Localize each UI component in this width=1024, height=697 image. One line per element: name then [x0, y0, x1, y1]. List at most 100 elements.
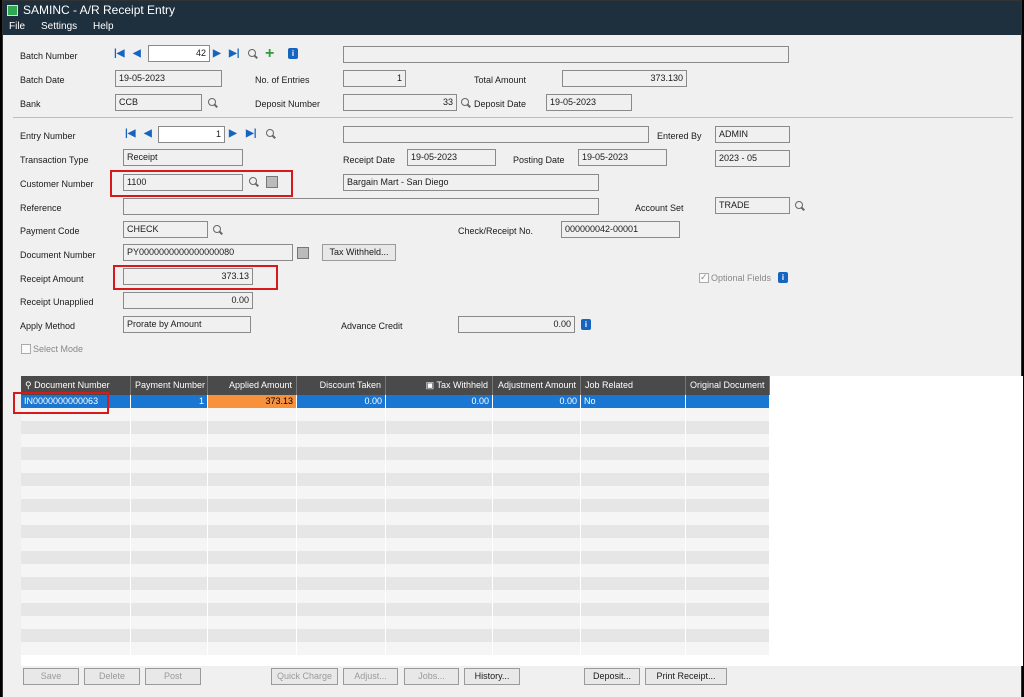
- empty-cell[interactable]: [581, 512, 686, 525]
- empty-cell[interactable]: [686, 486, 770, 499]
- empty-cell[interactable]: [208, 538, 297, 551]
- empty-table-row[interactable]: [21, 564, 770, 577]
- empty-cell[interactable]: [131, 577, 208, 590]
- empty-cell[interactable]: [686, 408, 770, 421]
- empty-cell[interactable]: [386, 486, 493, 499]
- empty-cell[interactable]: [493, 616, 581, 629]
- empty-cell[interactable]: [21, 447, 131, 460]
- empty-cell[interactable]: [686, 577, 770, 590]
- empty-cell[interactable]: [21, 434, 131, 447]
- empty-cell[interactable]: [686, 460, 770, 473]
- empty-cell[interactable]: [131, 551, 208, 564]
- empty-cell[interactable]: [297, 486, 386, 499]
- empty-cell[interactable]: [386, 460, 493, 473]
- empty-cell[interactable]: [297, 473, 386, 486]
- empty-cell[interactable]: [297, 538, 386, 551]
- column-adjustment-amount[interactable]: Adjustment Amount: [493, 376, 581, 395]
- batch-number-input[interactable]: 42: [148, 45, 210, 62]
- empty-table-row[interactable]: [21, 538, 770, 551]
- empty-cell[interactable]: [493, 486, 581, 499]
- next-entry-icon[interactable]: ▶: [229, 128, 237, 139]
- bank-finder-icon[interactable]: [207, 97, 219, 109]
- empty-cell[interactable]: [686, 538, 770, 551]
- empty-cell[interactable]: [297, 590, 386, 603]
- empty-cell[interactable]: [581, 564, 686, 577]
- empty-cell[interactable]: [386, 434, 493, 447]
- empty-cell[interactable]: [208, 642, 297, 655]
- empty-cell[interactable]: [131, 629, 208, 642]
- menu-settings[interactable]: Settings: [41, 21, 77, 32]
- empty-cell[interactable]: [493, 590, 581, 603]
- empty-cell[interactable]: [386, 590, 493, 603]
- empty-table-row[interactable]: [21, 590, 770, 603]
- empty-cell[interactable]: [297, 447, 386, 460]
- table-row[interactable]: IN0000000000063 1 373.13 0.00 0.00 0.00 …: [21, 395, 770, 408]
- empty-cell[interactable]: [21, 486, 131, 499]
- empty-cell[interactable]: [131, 616, 208, 629]
- batch-finder-icon[interactable]: [247, 48, 259, 60]
- empty-cell[interactable]: [581, 486, 686, 499]
- empty-cell[interactable]: [21, 525, 131, 538]
- column-tax-withheld[interactable]: ▣ Tax Withheld: [386, 376, 493, 395]
- empty-cell[interactable]: [208, 421, 297, 434]
- empty-cell[interactable]: [386, 499, 493, 512]
- menu-file[interactable]: File: [9, 21, 25, 32]
- empty-cell[interactable]: [21, 629, 131, 642]
- empty-cell[interactable]: [208, 512, 297, 525]
- empty-cell[interactable]: [493, 408, 581, 421]
- print-receipt-button[interactable]: Print Receipt...: [645, 668, 727, 685]
- empty-cell[interactable]: [208, 460, 297, 473]
- empty-cell[interactable]: [131, 512, 208, 525]
- reference-field[interactable]: [123, 198, 599, 215]
- empty-cell[interactable]: [21, 642, 131, 655]
- empty-cell[interactable]: [297, 551, 386, 564]
- empty-cell[interactable]: [686, 642, 770, 655]
- empty-cell[interactable]: [686, 564, 770, 577]
- empty-cell[interactable]: [131, 473, 208, 486]
- apply-method-field[interactable]: Prorate by Amount: [123, 316, 251, 333]
- empty-cell[interactable]: [208, 564, 297, 577]
- empty-cell[interactable]: [386, 447, 493, 460]
- account-set-finder-icon[interactable]: [794, 200, 806, 212]
- empty-cell[interactable]: [297, 434, 386, 447]
- empty-cell[interactable]: [493, 603, 581, 616]
- empty-cell[interactable]: [208, 525, 297, 538]
- empty-table-row[interactable]: [21, 512, 770, 525]
- empty-cell[interactable]: [208, 408, 297, 421]
- empty-cell[interactable]: [21, 421, 131, 434]
- empty-cell[interactable]: [581, 642, 686, 655]
- cell-tax-withheld[interactable]: 0.00: [386, 395, 493, 408]
- empty-cell[interactable]: [686, 434, 770, 447]
- empty-table-row[interactable]: [21, 499, 770, 512]
- empty-cell[interactable]: [386, 629, 493, 642]
- deposit-finder-icon[interactable]: [460, 97, 472, 109]
- empty-cell[interactable]: [386, 603, 493, 616]
- column-applied-amount[interactable]: Applied Amount: [208, 376, 297, 395]
- empty-cell[interactable]: [386, 525, 493, 538]
- empty-cell[interactable]: [208, 473, 297, 486]
- empty-cell[interactable]: [131, 590, 208, 603]
- empty-cell[interactable]: [686, 525, 770, 538]
- empty-cell[interactable]: [21, 460, 131, 473]
- empty-cell[interactable]: [297, 460, 386, 473]
- empty-cell[interactable]: [208, 629, 297, 642]
- history-button[interactable]: History...: [464, 668, 520, 685]
- empty-cell[interactable]: [581, 616, 686, 629]
- empty-cell[interactable]: [493, 473, 581, 486]
- empty-cell[interactable]: [686, 421, 770, 434]
- empty-table-row[interactable]: [21, 434, 770, 447]
- empty-cell[interactable]: [21, 577, 131, 590]
- empty-cell[interactable]: [131, 460, 208, 473]
- save-button[interactable]: Save: [23, 668, 79, 685]
- cell-payment-number[interactable]: 1: [131, 395, 208, 408]
- payment-code-finder-icon[interactable]: [212, 224, 224, 236]
- empty-cell[interactable]: [581, 460, 686, 473]
- empty-cell[interactable]: [386, 551, 493, 564]
- empty-cell[interactable]: [131, 642, 208, 655]
- empty-table-row[interactable]: [21, 577, 770, 590]
- empty-cell[interactable]: [208, 447, 297, 460]
- empty-cell[interactable]: [297, 408, 386, 421]
- empty-cell[interactable]: [297, 577, 386, 590]
- empty-cell[interactable]: [297, 499, 386, 512]
- calculator-icon[interactable]: ▣: [426, 380, 437, 390]
